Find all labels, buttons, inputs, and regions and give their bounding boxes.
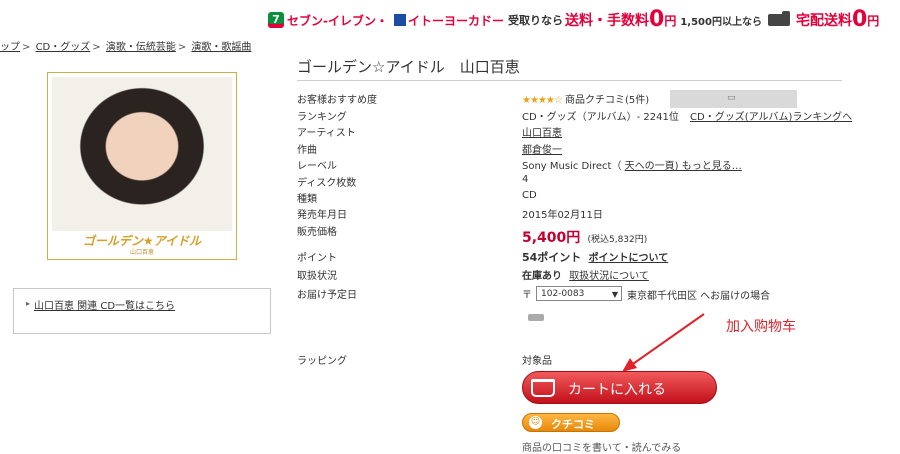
- label-release-date: 発売年月日: [297, 210, 347, 221]
- truck-icon: [767, 11, 790, 26]
- stock-value: 在庫あり: [522, 271, 562, 282]
- kuchikomi-label: クチコミ: [551, 418, 595, 431]
- points-row: 54ポイント ポイントについて: [522, 249, 668, 265]
- album-cover-image[interactable]: ゴールデン★アイドル 山口百恵: [47, 72, 237, 260]
- stock-info-link[interactable]: 取扱状況について: [569, 271, 649, 282]
- zero-yen-1: 0: [649, 7, 665, 32]
- zero-yen-2: 0: [851, 7, 868, 32]
- composer-link[interactable]: 都倉俊一: [522, 145, 562, 156]
- ranking-link[interactable]: CD・グッズ(アルバム)ランキングへ: [690, 112, 852, 123]
- breadcrumb: ップ > CD・グッズ > 演歌・伝統芸能 > 演歌・歌謡曲: [0, 42, 252, 53]
- triangle-right-icon: ▸: [26, 299, 31, 308]
- points-info-link[interactable]: ポイントについて: [589, 253, 669, 264]
- label-recommend: お客様おすすめ度: [297, 95, 377, 106]
- add-to-cart-label: カートに入れる: [568, 382, 666, 398]
- add-to-cart-button[interactable]: カートに入れる: [522, 371, 717, 404]
- label-wrapping: ラッピング: [297, 356, 347, 367]
- delivery-truck-icon: [528, 314, 544, 321]
- label-value: Sony Music Direct（: [522, 161, 622, 172]
- cover-artist: 山口百恵: [129, 249, 154, 256]
- type-value: CD: [522, 190, 537, 201]
- ito-yokado-text: イトーヨーカドー: [407, 13, 504, 28]
- cover-portrait: [52, 77, 232, 231]
- postal-code-value: 102-0083: [541, 289, 585, 299]
- title-divider: [297, 80, 842, 81]
- image-icon: ▭: [727, 93, 736, 103]
- artist-link[interactable]: 山口百恵: [522, 128, 562, 139]
- breadcrumb-top[interactable]: ップ: [0, 42, 20, 53]
- cart-icon: [531, 379, 555, 397]
- label-stock: 取扱状況: [297, 271, 337, 282]
- label-label: レーベル: [297, 161, 337, 172]
- label-points: ポイント: [297, 253, 337, 264]
- label-composer: 作曲: [297, 145, 317, 156]
- write-review-button[interactable]: ▭: [670, 90, 797, 108]
- discs-value: 4: [522, 174, 529, 185]
- chevron-down-icon: ▼: [611, 290, 618, 299]
- ranking-value: CD・グッズ（アルバム）- 2241位: [522, 112, 679, 123]
- seven-eleven-logo: 7: [268, 12, 284, 28]
- threshold-text: 1,500円以上なら: [680, 16, 762, 28]
- rating-row: ★★★★☆ 商品クチコミ(5件): [522, 91, 649, 106]
- label-price: 販売価格: [297, 227, 337, 238]
- label-type: 種類: [297, 194, 317, 205]
- smile-icon: ☺: [529, 416, 542, 429]
- review-count-link[interactable]: 商品クチコミ(5件): [565, 95, 649, 106]
- yen-1: 円: [664, 13, 677, 28]
- free-shipping-banner[interactable]: 7 セブン-イレブン・ イトーヨーカドー 受取りなら 送料・手数料 0 円 1,…: [268, 6, 900, 34]
- delivery-text: 東京都千代田区 へお届けの場合: [627, 291, 771, 302]
- related-cd-link[interactable]: 山口百恵 関連 CD一覧はこちら: [34, 297, 175, 312]
- label-row: Sony Music Direct（ 天への一頁) もっと見る…: [522, 157, 742, 172]
- ito-yokado-logo-icon: [393, 14, 406, 26]
- points-value: 54ポイント: [522, 251, 582, 264]
- kuchikomi-button[interactable]: ☺ クチコミ: [522, 413, 620, 432]
- price-tax: (税込5,832円): [587, 235, 648, 245]
- seven-eleven-text: セブン-イレブン・: [287, 13, 388, 28]
- annotation-text: 加入购物车: [726, 319, 796, 335]
- postal-code-select[interactable]: 102-0083 ▼: [536, 286, 622, 301]
- delivery-free-text: 宅配送料: [795, 13, 852, 29]
- pickup-free-text: 送料・手数料: [565, 13, 649, 29]
- breadcrumb-enka-kayokyoku[interactable]: 演歌・歌謡曲: [191, 42, 251, 53]
- related-box: ▸ 山口百恵 関連 CD一覧はこちら: [13, 288, 271, 334]
- label-more-link[interactable]: 天への一頁) もっと見る…: [625, 161, 742, 172]
- rating-stars-icon: ★★★★☆: [522, 95, 563, 106]
- release-date-value: 2015年02月11日: [522, 210, 603, 221]
- stock-row: 在庫あり 取扱状況について: [522, 267, 649, 282]
- price-value: 5,400円: [522, 230, 581, 246]
- yen-2: 円: [867, 13, 880, 28]
- breadcrumb-cd-goods[interactable]: CD・グッズ: [36, 42, 91, 53]
- product-title: ゴールデン☆アイドル 山口百恵: [297, 58, 520, 76]
- pickup-text: 受取りなら: [508, 14, 563, 27]
- price-row: 5,400円 (税込5,832円): [522, 227, 647, 247]
- breadcrumb-enka-traditional[interactable]: 演歌・伝統芸能: [106, 42, 176, 53]
- label-artist: アーティスト: [297, 128, 356, 139]
- label-delivery: お届け予定日: [297, 290, 357, 301]
- ranking-row: CD・グッズ（アルバム）- 2241位 CD・グッズ(アルバム)ランキングへ: [522, 108, 852, 123]
- label-ranking: ランキング: [297, 112, 347, 123]
- wrapping-value: 対象品: [522, 356, 552, 367]
- postal-mark: 〒: [522, 290, 532, 301]
- label-discs: ディスク枚数: [297, 178, 357, 189]
